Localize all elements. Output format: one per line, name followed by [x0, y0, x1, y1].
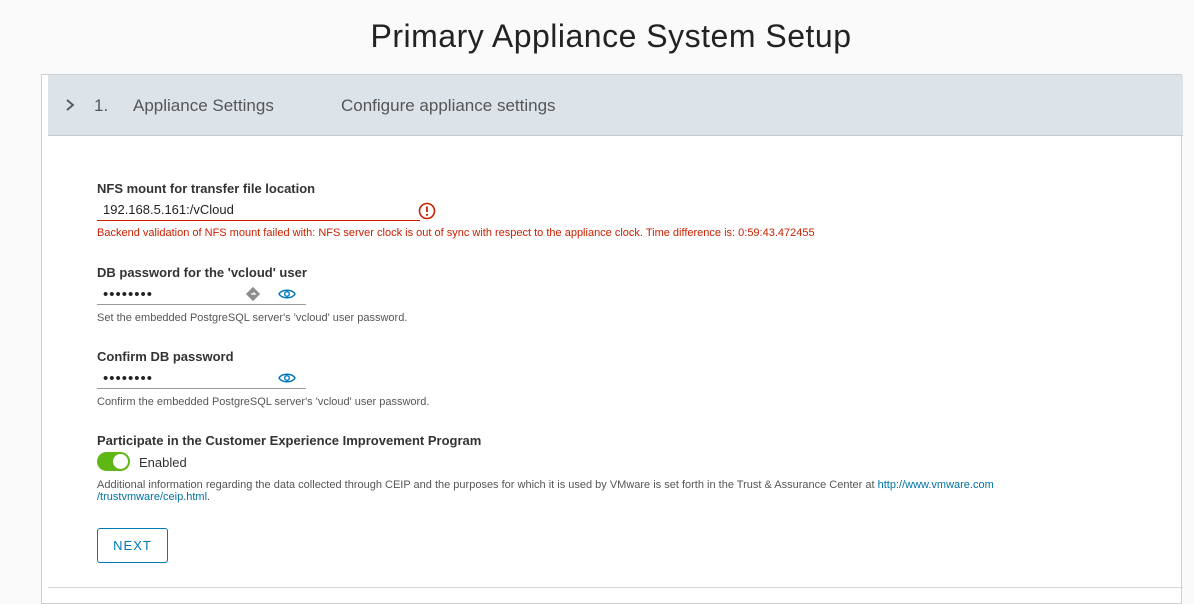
setup-wizard: 1. Appliance Settings Configure applianc…: [41, 74, 1183, 604]
db-password-helper: Set the embedded PostgreSQL server's 'vc…: [97, 312, 408, 324]
step-description: Configure appliance settings: [341, 96, 556, 115]
eye-icon[interactable]: [278, 371, 296, 385]
ceip-link[interactable]: http://www.vmware.com: [878, 479, 994, 491]
toggle-knob: [113, 454, 128, 469]
ceip-toggle-label: Enabled: [139, 455, 187, 470]
eye-icon[interactable]: [278, 287, 296, 301]
ceip-link-continued[interactable]: /trustvmware/ceip.html: [97, 491, 207, 503]
db-password-label: DB password for the 'vcloud' user: [97, 265, 307, 280]
confirm-password-value: ••••••••: [103, 370, 154, 387]
confirm-password-helper: Confirm the embedded PostgreSQL server's…: [97, 396, 430, 408]
chevron-right-icon[interactable]: [63, 95, 77, 115]
step-number: 1.: [94, 96, 109, 115]
error-circle-icon: [418, 202, 436, 220]
confirm-password-label: Confirm DB password: [97, 349, 234, 364]
key-diamond-icon[interactable]: [244, 285, 262, 303]
step-header[interactable]: 1. Appliance Settings Configure applianc…: [48, 75, 1183, 136]
page-title: Primary Appliance System Setup: [370, 18, 852, 54]
ceip-info: Additional information regarding the dat…: [97, 479, 1107, 503]
ceip-label: Participate in the Customer Experience I…: [97, 433, 482, 448]
nfs-mount-label: NFS mount for transfer file location: [97, 181, 316, 196]
db-password-value: ••••••••: [103, 286, 154, 303]
ceip-info-end: .: [207, 491, 211, 503]
nfs-mount-input[interactable]: [97, 199, 420, 221]
nfs-mount-error: Backend validation of NFS mount failed w…: [97, 227, 815, 239]
step-name: Appliance Settings: [133, 96, 274, 115]
ceip-info-text: Additional information regarding the dat…: [97, 479, 878, 491]
next-button[interactable]: NEXT: [97, 528, 168, 563]
ceip-toggle[interactable]: [97, 452, 130, 471]
section-divider: [48, 587, 1183, 588]
